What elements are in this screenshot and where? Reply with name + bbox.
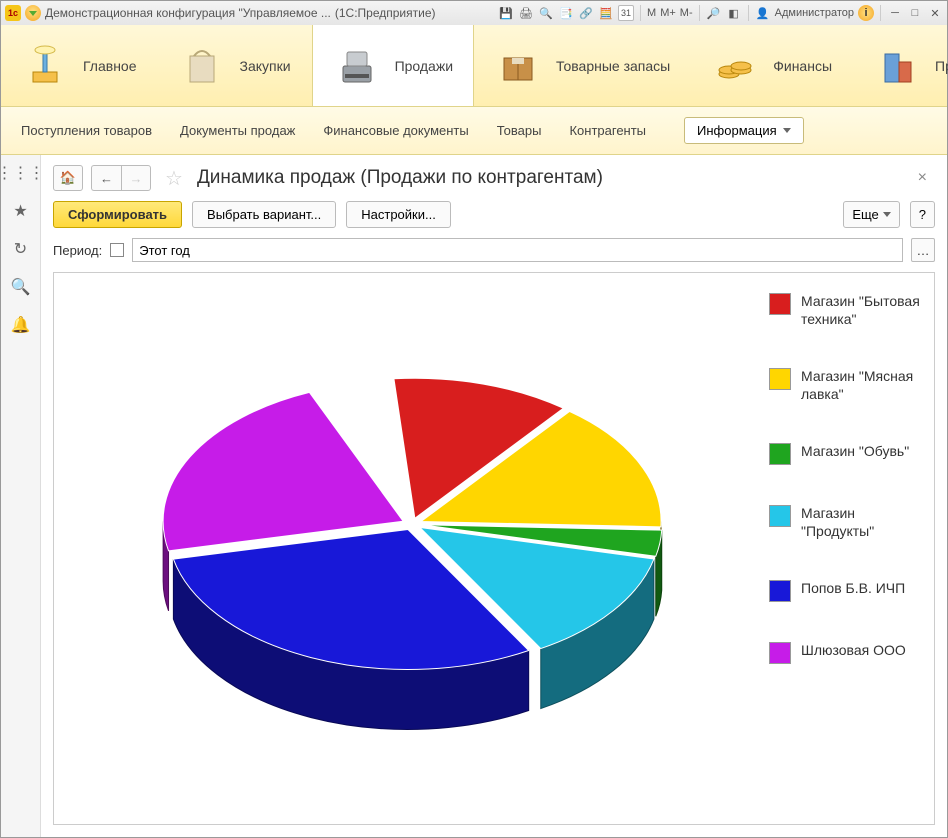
nav-item-main[interactable]: Главное bbox=[1, 25, 158, 106]
nav-item-finance[interactable]: Финансы bbox=[691, 25, 853, 106]
period-label: Период: bbox=[53, 243, 102, 258]
nav-purchases-icon bbox=[178, 42, 226, 90]
nav-item-stock[interactable]: Товарные запасы bbox=[474, 25, 691, 106]
nav-item-enterprise[interactable]: Предприят bbox=[853, 25, 948, 106]
memory-mminus-icon[interactable]: M- bbox=[680, 5, 693, 21]
zoom-icon[interactable]: 🔎 bbox=[706, 5, 722, 21]
print-icon[interactable]: 🖨 bbox=[518, 5, 534, 21]
choose-variant-button[interactable]: Выбрать вариант... bbox=[192, 201, 336, 228]
rail-history-icon[interactable]: ↻ bbox=[11, 239, 31, 259]
nav-main-icon bbox=[21, 42, 69, 90]
chart-area: Магазин "Бытовая техника" Магазин "Мясная… bbox=[53, 272, 935, 825]
legend-item: Магазин "Бытовая техника" bbox=[769, 293, 922, 328]
compare-icon[interactable]: 📑 bbox=[558, 5, 574, 21]
subnav-information-button[interactable]: Информация bbox=[684, 117, 804, 144]
subnav-finance-docs[interactable]: Финансовые документы bbox=[323, 123, 468, 138]
pie-chart bbox=[82, 304, 742, 794]
panel-layout-icon[interactable]: ◧ bbox=[726, 5, 742, 21]
chevron-down-icon bbox=[783, 128, 791, 133]
period-checkbox[interactable] bbox=[110, 243, 124, 257]
nav-back-button[interactable]: ← bbox=[91, 165, 121, 191]
nav-finance-label: Финансы bbox=[773, 58, 832, 74]
legend-label: Магазин "Продукты" bbox=[801, 505, 922, 540]
subnav-contragents[interactable]: Контрагенты bbox=[569, 123, 646, 138]
home-button[interactable]: 🏠 bbox=[53, 165, 83, 191]
main-nav: Главное Закупки Продажи Товарные запасы … bbox=[1, 25, 947, 107]
nav-enterprise-label: Предприят bbox=[935, 58, 948, 74]
rail-apps-icon[interactable]: ⋮⋮⋮ bbox=[11, 163, 31, 183]
memory-mplus-icon[interactable]: M+ bbox=[660, 5, 676, 21]
nav-sales-icon bbox=[333, 42, 381, 90]
calculator-icon[interactable]: 🧮 bbox=[598, 5, 614, 21]
legend-swatch bbox=[769, 443, 791, 465]
chevron-down-icon bbox=[883, 212, 891, 217]
more-button[interactable]: Еще bbox=[843, 201, 899, 228]
subnav-goods-in[interactable]: Поступления товаров bbox=[21, 123, 152, 138]
nav-enterprise-icon bbox=[873, 42, 921, 90]
form-report-button[interactable]: Сформировать bbox=[53, 201, 182, 228]
nav-stock-icon bbox=[494, 42, 542, 90]
memory-m-icon[interactable]: M bbox=[647, 5, 656, 21]
legend-item: Магазин "Обувь" bbox=[769, 443, 922, 465]
save-icon[interactable]: 💾 bbox=[498, 5, 514, 21]
calendar-icon[interactable]: 31 bbox=[618, 5, 634, 21]
legend-swatch bbox=[769, 642, 791, 664]
favorite-star-icon[interactable]: ☆ bbox=[165, 166, 183, 191]
legend-swatch bbox=[769, 293, 791, 315]
nav-forward-button[interactable]: → bbox=[121, 165, 151, 191]
user-label: Администратор bbox=[775, 7, 854, 19]
legend-label: Магазин "Обувь" bbox=[801, 443, 909, 461]
nav-main-label: Главное bbox=[83, 58, 137, 74]
print-preview-icon[interactable]: 🔍 bbox=[538, 5, 554, 21]
nav-item-purchases[interactable]: Закупки bbox=[158, 25, 312, 106]
page-title: Динамика продаж (Продажи по контрагентам… bbox=[197, 167, 603, 189]
info-icon[interactable]: i bbox=[858, 5, 874, 21]
user-icon: 👤 bbox=[755, 5, 771, 21]
link-icon[interactable]: 🔗 bbox=[578, 5, 594, 21]
settings-button[interactable]: Настройки... bbox=[346, 201, 451, 228]
nav-stock-label: Товарные запасы bbox=[556, 58, 670, 74]
more-label: Еще bbox=[852, 207, 878, 222]
titlebar: 1c Демонстрационная конфигурация "Управл… bbox=[1, 1, 947, 25]
legend-item: Попов Б.В. ИЧП bbox=[769, 580, 922, 602]
period-picker-button[interactable]: … bbox=[911, 238, 935, 262]
subnav-goods[interactable]: Товары bbox=[497, 123, 542, 138]
minimize-icon[interactable]: ─ bbox=[887, 5, 903, 21]
app-menu-dropdown-icon[interactable] bbox=[25, 5, 41, 21]
nav-finance-icon bbox=[711, 42, 759, 90]
app-logo-icon: 1c bbox=[5, 5, 21, 21]
app-title: Демонстрационная конфигурация "Управляем… bbox=[45, 6, 331, 20]
maximize-icon[interactable]: □ bbox=[907, 5, 923, 21]
legend-item: Шлюзовая ООО bbox=[769, 642, 922, 664]
nav-sales-label: Продажи bbox=[395, 58, 453, 74]
close-icon[interactable]: ✕ bbox=[927, 5, 943, 21]
legend-label: Попов Б.В. ИЧП bbox=[801, 580, 905, 598]
rail-favorites-icon[interactable]: ★ bbox=[11, 201, 31, 221]
subnav-information-label: Информация bbox=[697, 123, 777, 138]
platform-label: (1С:Предприятие) bbox=[335, 6, 436, 20]
chart-legend: Магазин "Бытовая техника" Магазин "Мясная… bbox=[769, 273, 934, 824]
legend-label: Магазин "Мясная лавка" bbox=[801, 368, 922, 403]
period-input[interactable] bbox=[132, 238, 903, 262]
legend-label: Шлюзовая ООО bbox=[801, 642, 906, 660]
legend-swatch bbox=[769, 505, 791, 527]
rail-notifications-icon[interactable]: 🔔 bbox=[11, 315, 31, 335]
legend-item: Магазин "Мясная лавка" bbox=[769, 368, 922, 403]
page-close-icon[interactable]: × bbox=[910, 165, 935, 191]
subnav-sales-docs[interactable]: Документы продаж bbox=[180, 123, 295, 138]
legend-swatch bbox=[769, 580, 791, 602]
nav-purchases-label: Закупки bbox=[240, 58, 291, 74]
help-button[interactable]: ? bbox=[910, 201, 935, 228]
rail-search-icon[interactable]: 🔍 bbox=[11, 277, 31, 297]
legend-label: Магазин "Бытовая техника" bbox=[801, 293, 922, 328]
left-rail: ⋮⋮⋮ ★ ↻ 🔍 🔔 bbox=[1, 155, 41, 837]
nav-item-sales[interactable]: Продажи bbox=[312, 25, 474, 106]
legend-item: Магазин "Продукты" bbox=[769, 505, 922, 540]
sub-nav: Поступления товаров Документы продаж Фин… bbox=[1, 107, 947, 155]
legend-swatch bbox=[769, 368, 791, 390]
